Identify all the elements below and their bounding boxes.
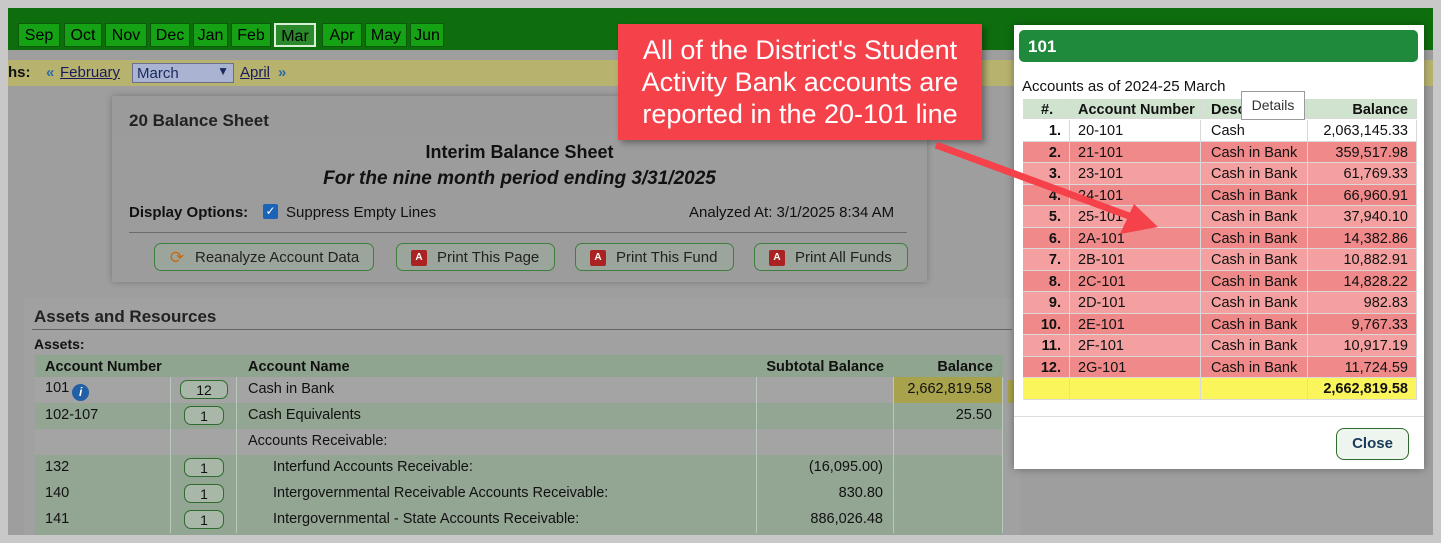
arrow-head	[1120, 204, 1158, 234]
app-frame: Sep Oct Nov Dec Jan Feb Mar Apr May Jun …	[0, 0, 1441, 543]
arrow-shaft	[934, 141, 1142, 224]
annotation-arrow	[934, 141, 1158, 234]
